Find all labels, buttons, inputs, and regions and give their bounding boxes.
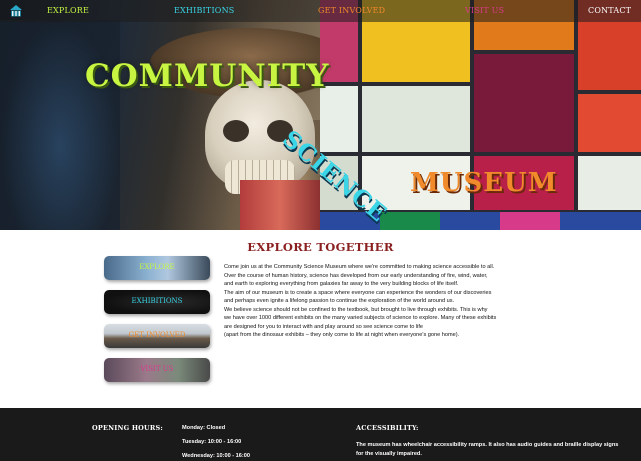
page-title: EXPLORE TOGETHER <box>247 240 394 254</box>
museum-home-icon[interactable] <box>9 4 23 18</box>
side-button-label: VISIT US <box>140 365 174 373</box>
nav-contact[interactable]: CONTACT <box>588 6 631 15</box>
side-button-label: EXHIBITIONS <box>131 297 183 305</box>
side-button-label: EXPLORE <box>139 263 175 271</box>
intro-line: Over the course of human history, scienc… <box>224 272 488 279</box>
hero-title-community: COMMUNITY <box>85 58 330 94</box>
accessibility-text: The museum has wheelchair accessibility … <box>356 442 619 457</box>
intro-line: we have over 1000 different exhibits on … <box>224 315 497 321</box>
side-button-visit-us[interactable]: VISIT US <box>104 358 210 382</box>
side-button-label: GET INVOLVED <box>128 331 186 339</box>
accessibility-heading: ACCESSIBILITY: <box>356 424 419 432</box>
hero-banner: EXPLORE EXHIBITIONS GET INVOLVED VISIT U… <box>0 0 641 230</box>
hero-title-museum: MUSEUM <box>410 168 558 198</box>
intro-line: The aim of our museum is to create a spa… <box>224 289 492 296</box>
side-button-explore[interactable]: EXPLORE <box>104 256 210 280</box>
nav-visit-us[interactable]: VISIT US <box>465 6 504 15</box>
top-navigation: EXPLORE EXHIBITIONS GET INVOLVED VISIT U… <box>0 0 641 22</box>
intro-line: Come join us at the Community Science Mu… <box>224 264 495 270</box>
intro-line: and perhaps even ignite a lifelong passi… <box>224 298 455 304</box>
hours-line: Wednesday: 10:00 - 16:00 <box>182 453 250 459</box>
intro-text: Come join us at the Community Science Mu… <box>224 263 536 340</box>
intro-line: and earth to exploring everything from g… <box>224 281 459 287</box>
intro-line: We believe science should not be confine… <box>224 306 488 313</box>
side-button-get-involved[interactable]: GET INVOLVED <box>104 324 210 348</box>
torso-image <box>240 180 320 230</box>
opening-hours-heading: OPENING HOURS: <box>92 424 164 432</box>
nav-explore[interactable]: EXPLORE <box>47 6 89 15</box>
hours-line: Monday: Closed <box>182 425 226 431</box>
intro-line: are designed for you to interact with an… <box>224 323 424 330</box>
footer: OPENING HOURS: Monday: Closed Tuesday: 1… <box>0 408 641 461</box>
hours-line: Tuesday: 10:00 - 16:00 <box>182 439 242 445</box>
side-button-exhibitions[interactable]: EXHIBITIONS <box>104 290 210 314</box>
nav-get-involved[interactable]: GET INVOLVED <box>318 6 385 15</box>
intro-line: (apart from the dinosaur exhibits – they… <box>224 332 460 338</box>
nav-exhibitions[interactable]: EXHIBITIONS <box>174 6 234 15</box>
